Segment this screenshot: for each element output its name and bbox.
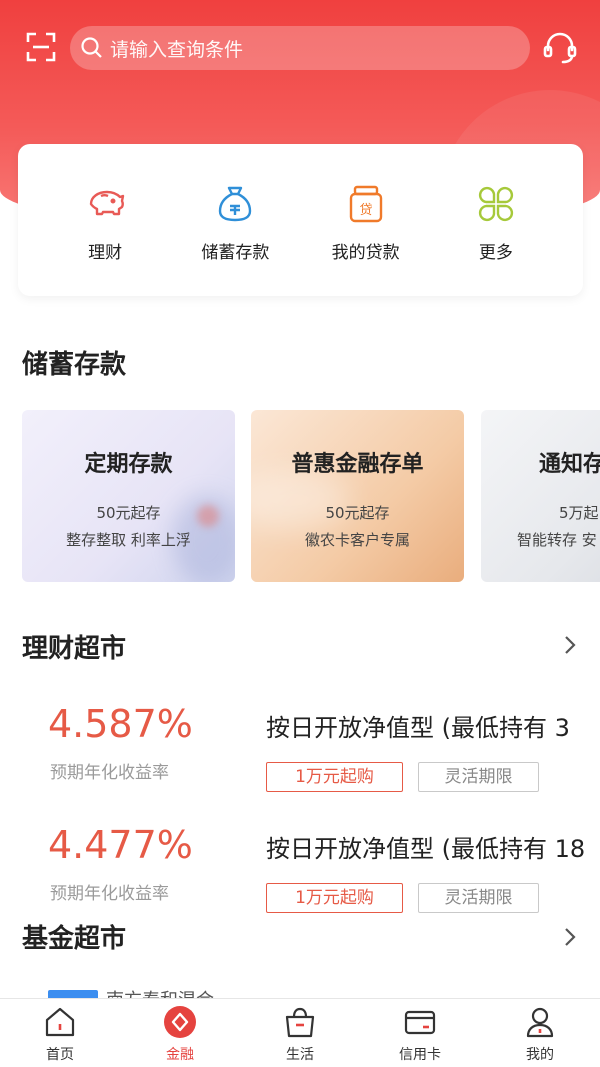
quick-item-wealth[interactable]: 理财 <box>50 144 160 296</box>
card-subtitle: 5万起 <box>559 504 599 522</box>
section-title-savings: 储蓄存款 <box>22 350 127 380</box>
money-bag-icon <box>219 186 252 222</box>
person-icon <box>526 1007 554 1038</box>
savings-card-notice[interactable]: 通知存 5万起 智能转存 安 <box>481 410 600 582</box>
tab-mine[interactable]: 我的 <box>480 999 600 1067</box>
quick-item-label: 我的贷款 <box>331 243 400 263</box>
savings-card-inclusive[interactable]: 普惠金融存单 50元起存 徽农卡客户专属 <box>251 410 464 582</box>
fund-name-peek[interactable]: 南方泰和混合 <box>106 986 246 998</box>
quick-item-label: 更多 <box>478 243 513 263</box>
term-tag: 灵活期限 <box>418 883 539 913</box>
card-subtitle: 徽农卡客户专属 <box>304 531 410 549</box>
product-rate: 4.587% <box>48 702 193 746</box>
card-title: 普惠金融存单 <box>291 452 424 477</box>
card-subtitle: 50元起存 <box>96 504 161 522</box>
tab-label: 我的 <box>526 1047 554 1063</box>
wealth-product-item[interactable]: 4.477% 预期年化收益率 按日开放净值型 (最低持有 18 1万元起购 灵活… <box>0 823 600 933</box>
product-rate-label: 预期年化收益率 <box>50 884 169 904</box>
section-title-wealth: 理财超市 <box>22 634 127 664</box>
product-name: 按日开放净值型 (最低持有 18 <box>266 835 586 863</box>
search-placeholder: 请输入查询条件 <box>110 38 244 61</box>
chevron-right-icon[interactable] <box>560 634 578 656</box>
chevron-right-icon[interactable] <box>560 926 578 948</box>
savings-carousel[interactable]: 定期存款 50元起存 整存整取 利率上浮 普惠金融存单 50元起存 徽农卡客户专… <box>22 410 600 582</box>
card-title: 通知存 <box>539 452 600 477</box>
tab-label: 首页 <box>46 1047 74 1063</box>
section-title-fund: 基金超市 <box>22 924 127 954</box>
savings-card-fixed[interactable]: 定期存款 50元起存 整存整取 利率上浮 <box>22 410 235 582</box>
min-purchase-tag: 1万元起购 <box>266 762 403 792</box>
wealth-product-item[interactable]: 4.587% 预期年化收益率 按日开放净值型 (最低持有 3 1万元起购 灵活期… <box>0 702 600 812</box>
shopping-bag-icon <box>285 1007 315 1038</box>
tab-label: 生活 <box>286 1047 314 1063</box>
quick-item-label: 理财 <box>88 243 123 263</box>
clover-grid-icon <box>478 186 513 222</box>
tab-label: 信用卡 <box>399 1047 441 1063</box>
finance-icon <box>164 1006 196 1038</box>
product-name: 按日开放净值型 (最低持有 3 <box>266 714 570 742</box>
search-input[interactable]: 请输入查询条件 <box>70 26 530 70</box>
headset-icon[interactable] <box>542 30 578 66</box>
quick-item-loan[interactable]: 贷 我的贷款 <box>311 144 421 296</box>
tab-home[interactable]: 首页 <box>0 999 120 1067</box>
product-rate: 4.477% <box>48 823 193 867</box>
piggy-bank-icon <box>89 190 125 216</box>
card-subtitle: 智能转存 安 <box>517 531 597 549</box>
credit-card-icon <box>404 1010 436 1035</box>
card-title: 定期存款 <box>84 452 173 477</box>
tab-credit-card[interactable]: 信用卡 <box>360 999 480 1067</box>
bottom-tab-bar: 首页 金融 生活 信用卡 我的 <box>0 998 600 1067</box>
quick-menu-card: 理财 储蓄存款 贷 我的贷款 更多 <box>18 144 583 296</box>
loan-jar-icon: 贷 <box>349 185 382 223</box>
card-subtitle: 50元起存 <box>325 504 390 522</box>
tab-finance[interactable]: 金融 <box>120 999 240 1067</box>
search-icon <box>81 37 102 58</box>
scan-icon[interactable] <box>26 32 56 62</box>
svg-text:贷: 贷 <box>359 203 372 218</box>
quick-item-more[interactable]: 更多 <box>441 144 551 296</box>
tab-life[interactable]: 生活 <box>240 999 360 1067</box>
home-icon <box>45 1007 75 1037</box>
product-rate-label: 预期年化收益率 <box>50 763 169 783</box>
quick-item-savings[interactable]: 储蓄存款 <box>180 144 290 296</box>
tab-label: 金融 <box>166 1047 194 1063</box>
quick-item-label: 储蓄存款 <box>201 243 270 263</box>
min-purchase-tag: 1万元起购 <box>266 883 403 913</box>
term-tag: 灵活期限 <box>418 762 539 792</box>
card-subtitle: 整存整取 利率上浮 <box>66 531 191 549</box>
